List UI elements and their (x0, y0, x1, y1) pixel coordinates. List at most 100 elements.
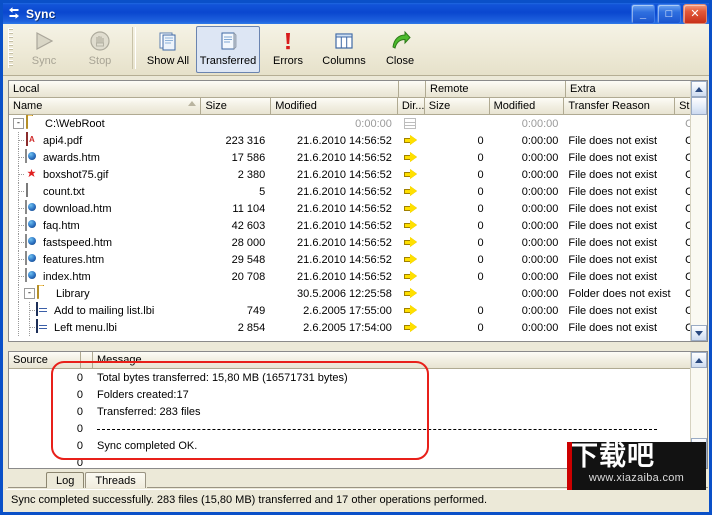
file-name-label: fastspeed.htm (43, 237, 112, 249)
window-controls: _ □ ✕ (631, 4, 707, 24)
toolbar-grip[interactable] (8, 28, 13, 68)
status-bar: Sync completed successfully. 283 files (… (6, 489, 706, 509)
tree-node: -Library (13, 285, 201, 302)
group-header-extra[interactable]: Extra (566, 81, 693, 98)
group-header-local[interactable]: Local (9, 81, 399, 98)
cell-size: 11 104 (201, 203, 271, 215)
columns-button[interactable]: Columns (316, 26, 372, 73)
html-icon (24, 269, 40, 284)
tree-node: count.txt (13, 183, 201, 200)
cell-direction (398, 118, 425, 129)
list-item[interactable]: 0Total bytes transferred: 15,80 MB (1657… (9, 369, 707, 386)
arrow-right-icon (404, 288, 417, 299)
cell-remote-modified: 0:00:00 (490, 254, 565, 266)
file-name-label: count.txt (43, 186, 85, 198)
file-name-label: Add to mailing list.lbi (54, 305, 154, 317)
table-row[interactable]: api4.pdf223 31621.6.2010 14:56:5200:00:0… (9, 132, 707, 149)
list-item[interactable]: 0Transferred: 283 files (9, 403, 707, 420)
scroll-up-button[interactable] (691, 81, 707, 97)
toolbar: Sync Stop Show All (3, 24, 709, 76)
cell-remote-modified: 0:00:00 (490, 118, 565, 130)
minimize-button[interactable]: _ (631, 4, 655, 24)
message-scroll-up-button[interactable] (691, 352, 707, 368)
table-row[interactable]: count.txt521.6.2010 14:56:5200:00:00File… (9, 183, 707, 200)
cell-transfer-reason: File does not exist (564, 271, 675, 283)
file-list-scroll-track[interactable] (691, 115, 707, 325)
folder-icon (26, 116, 42, 131)
list-item[interactable]: 0 (9, 420, 707, 437)
stop-button[interactable]: Stop (72, 26, 128, 73)
tree-expander[interactable]: - (24, 288, 35, 299)
chevron-up-icon (695, 87, 703, 92)
message-column-headers: Source Message (9, 352, 707, 369)
list-item[interactable]: 0Folders created:17 (9, 386, 707, 403)
close-glyph: ✕ (690, 9, 699, 20)
tree-guide (13, 319, 24, 336)
cell-remote-modified: 0:00:00 (490, 220, 565, 232)
tab-threads[interactable]: Threads (85, 472, 145, 488)
stop-button-label: Stop (89, 55, 112, 67)
cell-remote-size: 0 (425, 135, 490, 147)
tree-expander[interactable]: - (13, 118, 24, 129)
cell-modified: 21.6.2010 14:56:52 (271, 271, 398, 283)
column-header-size[interactable]: Size (201, 98, 271, 115)
file-name-label: features.htm (43, 254, 104, 266)
message-column-header-source[interactable]: Source (9, 352, 81, 369)
toolbar-separator-1 (132, 27, 136, 69)
show-all-button[interactable]: Show All (140, 26, 196, 73)
message-column-header-message[interactable]: Message (93, 352, 693, 369)
group-header-remote[interactable]: Remote (426, 81, 566, 98)
table-row[interactable]: Left menu.lbi2 8542.6.2005 17:54:0000:00… (9, 319, 707, 336)
file-list-vertical-scrollbar[interactable] (690, 81, 707, 341)
close-toolbar-button[interactable]: Close (372, 26, 428, 73)
scroll-down-button[interactable] (691, 325, 707, 341)
errors-button-label: Errors (273, 55, 303, 67)
file-list-scroll-thumb[interactable] (691, 97, 707, 115)
table-row[interactable]: fastspeed.htm28 00021.6.2010 14:56:5200:… (9, 234, 707, 251)
table-row[interactable]: Add to mailing list.lbi7492.6.2005 17:55… (9, 302, 707, 319)
table-row[interactable]: faq.htm42 60321.6.2010 14:56:5200:00:00F… (9, 217, 707, 234)
close-button[interactable]: ✕ (683, 4, 707, 24)
message-column-header-spacer[interactable] (81, 352, 93, 369)
message-scroll-track[interactable] (691, 368, 707, 438)
table-row[interactable]: awards.htm17 58621.6.2010 14:56:5200:00:… (9, 149, 707, 166)
transferred-button[interactable]: Transferred (196, 26, 260, 73)
table-row[interactable]: boxshot75.gif2 38021.6.2010 14:56:5200:0… (9, 166, 707, 183)
maximize-button[interactable]: □ (657, 4, 681, 24)
cell-transfer-reason: File does not exist (564, 186, 675, 198)
message-body: Folders created:17 (91, 389, 707, 401)
column-header-name[interactable]: Name (9, 98, 201, 115)
column-header-name-label: Name (13, 100, 42, 112)
message-source: 0 (9, 457, 91, 469)
cell-size: 29 548 (201, 254, 271, 266)
cell-name: Add to mailing list.lbi (9, 302, 201, 319)
file-name-label: awards.htm (43, 152, 100, 164)
column-header-remote-size[interactable]: Size (425, 98, 490, 115)
message-text: Total bytes transferred: 15,80 MB (16571… (97, 372, 348, 384)
table-row[interactable]: index.htm20 70821.6.2010 14:56:5200:00:0… (9, 268, 707, 285)
group-header-spacer[interactable] (399, 81, 426, 98)
column-header-modified[interactable]: Modified (271, 98, 398, 115)
message-text: Folders created:17 (97, 389, 189, 401)
sync-button[interactable]: Sync (16, 26, 72, 73)
cell-name: -C:\WebRoot (9, 115, 201, 132)
cell-size: 2 854 (201, 322, 271, 334)
cell-direction (398, 220, 425, 231)
cell-name: boxshot75.gif (9, 166, 201, 183)
column-header-dir[interactable]: Dir... (398, 98, 425, 115)
sync-button-label: Sync (32, 55, 56, 67)
tree-node: -C:\WebRoot (13, 115, 201, 132)
tree-guide (13, 183, 24, 200)
errors-button[interactable]: Errors (260, 26, 316, 73)
cell-transfer-reason: File does not exist (564, 305, 675, 317)
table-row[interactable]: features.htm29 54821.6.2010 14:56:5200:0… (9, 251, 707, 268)
cell-name: download.htm (9, 200, 201, 217)
cell-modified: 21.6.2010 14:56:52 (271, 169, 398, 181)
table-row[interactable]: -Library30.5.2006 12:25:580:00:00Folder … (9, 285, 707, 302)
column-header-transfer-reason[interactable]: Transfer Reason (564, 98, 675, 115)
table-row[interactable]: download.htm11 10421.6.2010 14:56:5200:0… (9, 200, 707, 217)
table-row[interactable]: -C:\WebRoot0:00:000:00:00OK (9, 115, 707, 132)
tab-log[interactable]: Log (46, 472, 84, 488)
cell-size: 5 (201, 186, 271, 198)
column-header-remote-modified[interactable]: Modified (490, 98, 565, 115)
